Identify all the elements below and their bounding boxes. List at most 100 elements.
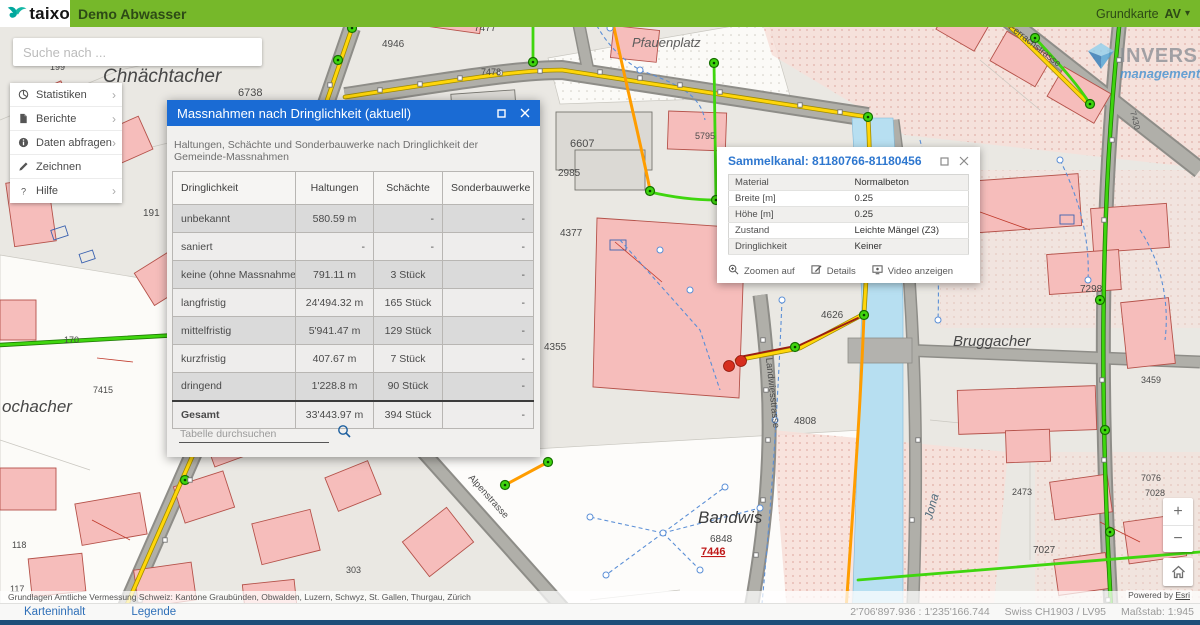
map-label: 4626 bbox=[821, 310, 844, 321]
dialog-titlebar[interactable]: Massnahmen nach Dringlichkeit (aktuell) bbox=[167, 100, 540, 126]
maximize-icon[interactable] bbox=[497, 109, 506, 118]
table-row[interactable]: langfristig24'494.32 m165 Stück- bbox=[173, 289, 534, 317]
table-cell: 3 Stück bbox=[374, 261, 443, 289]
popup-title: Sammelkanal: 81180766-81180456 bbox=[728, 154, 922, 168]
table-cell: 580.59 m bbox=[296, 205, 374, 233]
table-search bbox=[179, 424, 351, 443]
table-header-row: DringlichkeitHaltungenSchächteSonderbauw… bbox=[173, 172, 534, 205]
menu-item-label: Hilfe bbox=[36, 185, 58, 197]
menu-item-daten-abfragen[interactable]: Daten abfragen› bbox=[10, 131, 122, 155]
tools-menu: Statistiken›Berichte›Daten abfragen›Zeic… bbox=[10, 83, 122, 203]
basemap-selector[interactable]: Grundkarte AV ▾ bbox=[1096, 7, 1190, 21]
map-label: 191 bbox=[143, 208, 160, 219]
table-cell: - bbox=[374, 233, 443, 261]
menu-item-label: Statistiken bbox=[36, 89, 87, 101]
table-cell: - bbox=[443, 373, 534, 401]
table-cell: mittelfristig bbox=[173, 317, 296, 345]
map-label: ochacher bbox=[2, 397, 73, 416]
table-cell: 7 Stück bbox=[374, 345, 443, 373]
menu-item-statistiken[interactable]: Statistiken› bbox=[10, 83, 122, 107]
attribute-label: Dringlichkeit bbox=[729, 239, 849, 255]
table-row[interactable]: saniert--- bbox=[173, 233, 534, 261]
menu-item-berichte[interactable]: Berichte› bbox=[10, 107, 122, 131]
map-label: 170 bbox=[64, 335, 79, 345]
map-label: 7446 bbox=[701, 546, 725, 558]
popup-action-zoomen-auf[interactable]: Zoomen auf bbox=[728, 264, 795, 278]
table-row[interactable]: kurzfristig407.67 m7 Stück- bbox=[173, 345, 534, 373]
menu-item-hilfe[interactable]: ? Hilfe › bbox=[10, 179, 122, 203]
table-cell: keine (ohne Massnahme) bbox=[173, 261, 296, 289]
table-cell: - bbox=[374, 205, 443, 233]
table-cell: 791.11 m bbox=[296, 261, 374, 289]
map-attribution: Grundlagen Amtliche Vermessung Schweiz: … bbox=[0, 591, 1200, 603]
esri-link[interactable]: Esri bbox=[1175, 590, 1190, 600]
table-row[interactable]: unbekannt580.59 m-- bbox=[173, 205, 534, 233]
attribute-value: Normalbeton bbox=[849, 175, 969, 191]
map-label: 4946 bbox=[382, 39, 405, 50]
map-label: 7076 bbox=[1141, 473, 1161, 483]
table-cell: 165 Stück bbox=[374, 289, 443, 317]
popup-action-details[interactable]: Details bbox=[811, 264, 856, 278]
table-cell: langfristig bbox=[173, 289, 296, 317]
action-label: Video anzeigen bbox=[888, 266, 953, 277]
map-label: 5795 bbox=[695, 131, 715, 141]
taixo-logo[interactable]: taixo bbox=[0, 0, 70, 27]
measures-dialog: Massnahmen nach Dringlichkeit (aktuell) … bbox=[167, 100, 540, 457]
map-label: 4377 bbox=[560, 228, 583, 239]
taixo-logo-icon bbox=[6, 4, 27, 23]
attribute-row: ZustandLeichte Mängel (Z3) bbox=[729, 223, 969, 239]
zoom-in-button[interactable]: + bbox=[1163, 498, 1193, 525]
table-row[interactable]: keine (ohne Massnahme)791.11 m3 Stück- bbox=[173, 261, 534, 289]
column-header: Sonderbauwerke bbox=[443, 172, 534, 205]
table-cell: unbekannt bbox=[173, 205, 296, 233]
map-label: 7298 bbox=[1080, 284, 1103, 295]
popup-actions: Zoomen auf Details Video anzeigen bbox=[717, 255, 980, 278]
map-search bbox=[13, 38, 262, 66]
column-header: Schächte bbox=[374, 172, 443, 205]
search-icon[interactable] bbox=[337, 424, 351, 443]
popup-action-video-anzeigen[interactable]: Video anzeigen bbox=[872, 264, 953, 278]
powered-by: Powered by Esri bbox=[1126, 590, 1192, 600]
map-label: Bruggacher bbox=[953, 333, 1032, 350]
map-label: 3459 bbox=[1141, 375, 1161, 385]
table-cell: - bbox=[443, 289, 534, 317]
table-cell: - bbox=[443, 345, 534, 373]
table-row[interactable]: dringend1'228.8 m90 Stück- bbox=[173, 373, 534, 401]
attribute-label: Zustand bbox=[729, 223, 849, 239]
coordinates-readout: 2'706'897.936 : 1'235'166.744 bbox=[850, 606, 989, 618]
close-icon[interactable] bbox=[520, 108, 530, 118]
map-label: 4808 bbox=[794, 416, 817, 427]
crs-label: Swiss CH1903 / LV95 bbox=[1005, 606, 1106, 618]
chevron-down-icon: ▾ bbox=[1185, 8, 1190, 19]
zoom-out-button[interactable]: − bbox=[1163, 525, 1193, 552]
table-search-input[interactable] bbox=[179, 426, 329, 443]
map-label: 7027 bbox=[1033, 545, 1056, 556]
table-row[interactable]: mittelfristig5'941.47 m129 Stück- bbox=[173, 317, 534, 345]
attribute-row: Höhe [m]0.25 bbox=[729, 207, 969, 223]
table-cell: - bbox=[296, 233, 374, 261]
dialog-subtitle: Haltungen, Schächte und Sonderbauwerke n… bbox=[167, 126, 540, 171]
map-label: 6848 bbox=[710, 534, 733, 545]
zoom-to-icon bbox=[728, 264, 739, 278]
home-button[interactable] bbox=[1163, 558, 1193, 586]
chevron-right-icon: › bbox=[112, 186, 116, 196]
close-icon[interactable] bbox=[959, 156, 969, 166]
maximize-icon[interactable] bbox=[940, 156, 949, 166]
svg-text:?: ? bbox=[21, 186, 26, 196]
bottom-strip bbox=[0, 620, 1200, 625]
menu-item-zeichnen[interactable]: Zeichnen bbox=[10, 155, 122, 179]
document-icon bbox=[18, 113, 32, 125]
details-icon bbox=[811, 264, 822, 278]
map-label: 6738 bbox=[238, 87, 262, 99]
attribute-row: MaterialNormalbeton bbox=[729, 175, 969, 191]
feature-popup: Sammelkanal: 81180766-81180456 MaterialN… bbox=[717, 147, 980, 283]
search-input[interactable] bbox=[13, 38, 262, 66]
map-label: 118 bbox=[12, 540, 26, 550]
table-cell: 90 Stück bbox=[374, 373, 443, 401]
map-label: 7028 bbox=[1145, 488, 1165, 498]
map-label: 303 bbox=[346, 565, 361, 575]
status-bar: Karteninhalt Legende 2'706'897.936 : 1'2… bbox=[0, 603, 1200, 620]
attribute-value: 0.25 bbox=[849, 191, 969, 207]
legend-link[interactable]: Legende bbox=[131, 606, 176, 618]
map-content-link[interactable]: Karteninhalt bbox=[24, 606, 85, 618]
